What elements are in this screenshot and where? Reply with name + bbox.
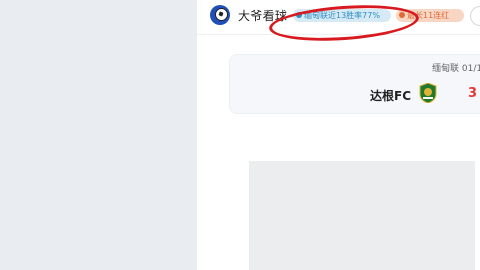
- avatar[interactable]: [210, 5, 230, 25]
- content-placeholder: [249, 161, 475, 270]
- match-card[interactable]: 缅甸联 01/1 达根FC 3: [229, 54, 480, 114]
- home-score: 3: [468, 86, 478, 101]
- home-team-name: 达根FC: [370, 89, 412, 103]
- team-logo-icon: [419, 83, 437, 103]
- main-panel: 大爷看球 缅甸联近13胜率77% 最长11连红 缅甸联 01/1 达根FC 3: [197, 0, 480, 270]
- league-date: 缅甸联 01/1: [432, 64, 480, 74]
- follow-button[interactable]: [470, 6, 480, 26]
